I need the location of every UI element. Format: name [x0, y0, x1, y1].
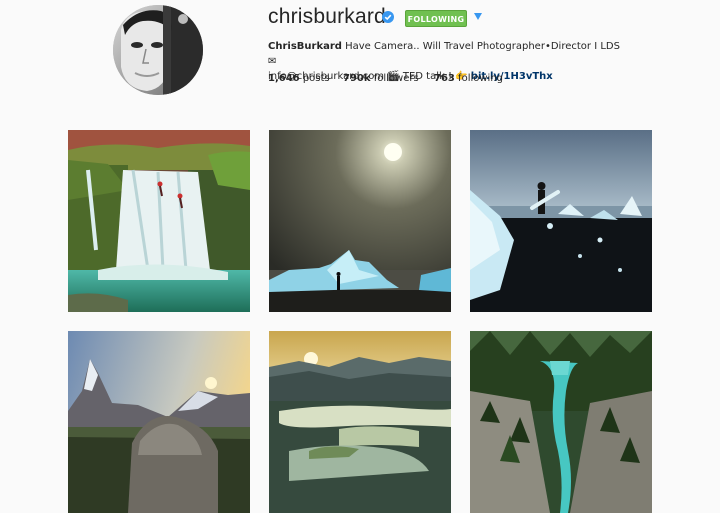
photo-surfer-iceberg[interactable]: [470, 130, 652, 312]
photo-matterhorn[interactable]: [68, 331, 250, 513]
photo-waterfall[interactable]: [68, 130, 250, 312]
photo-moon-iceberg[interactable]: [269, 130, 451, 312]
photo-lake-sunset[interactable]: [269, 331, 451, 513]
photo-canyon-river[interactable]: [470, 331, 652, 513]
photo-grid: [0, 0, 720, 513]
